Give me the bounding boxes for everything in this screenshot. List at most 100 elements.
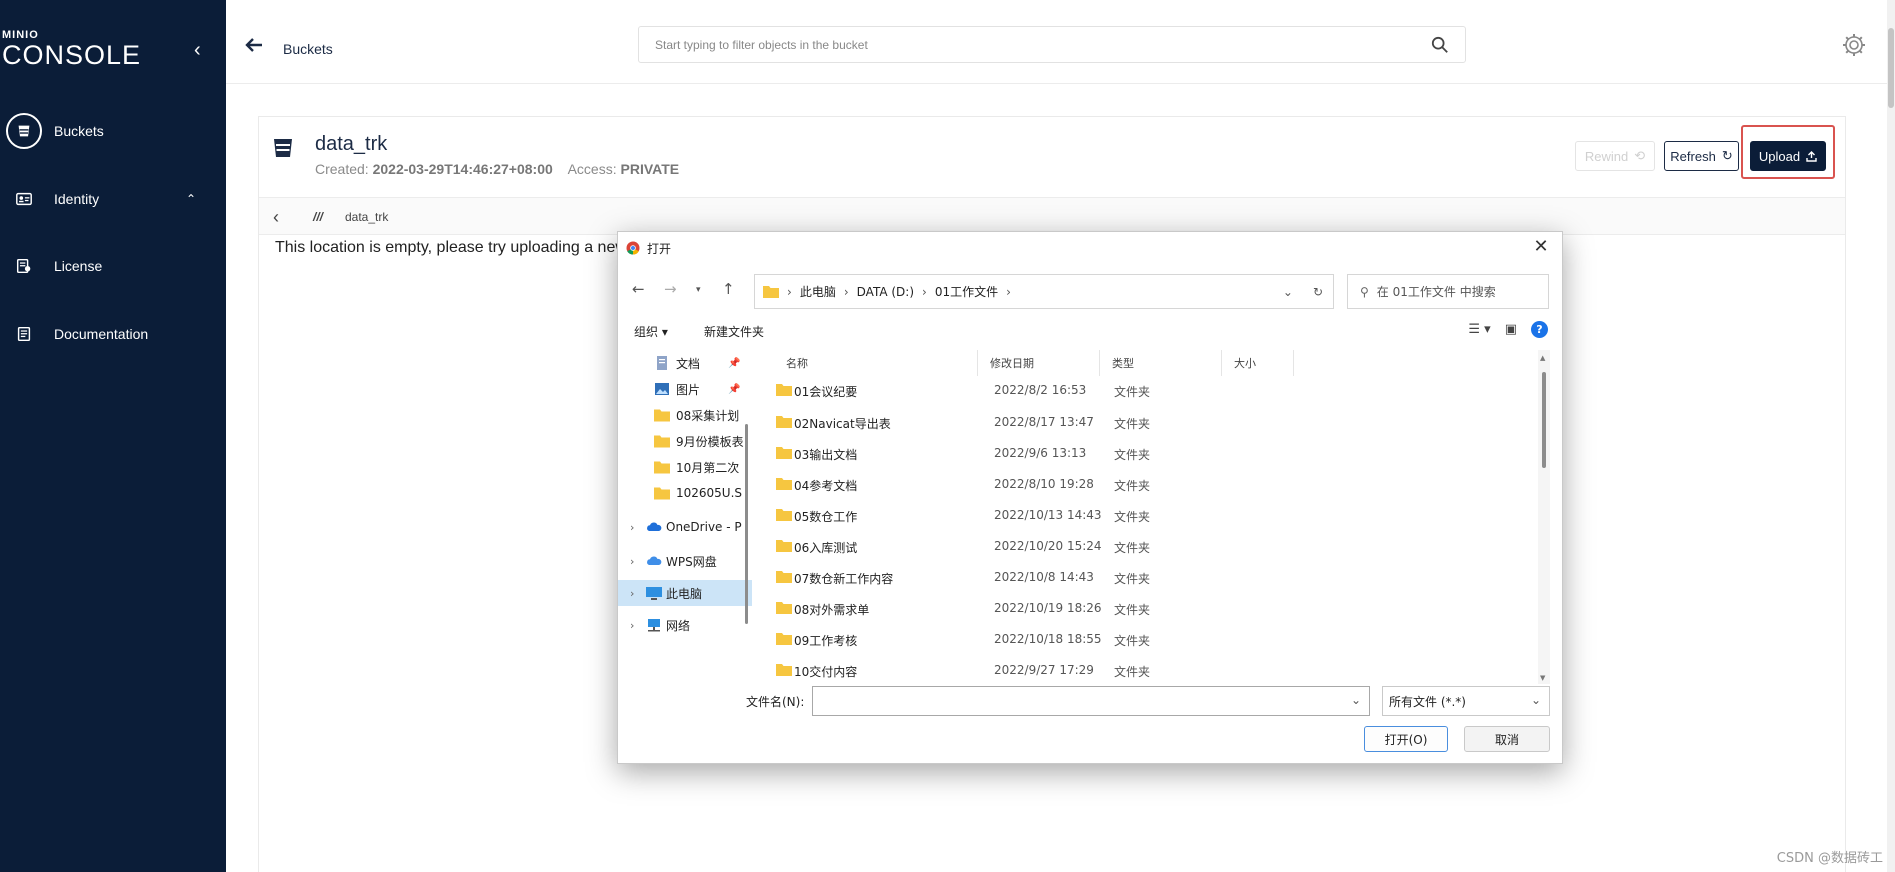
sidebar-item-label: Documentation	[54, 326, 149, 342]
sidebar-item-identity[interactable]: Identity ⌃	[6, 179, 220, 219]
scroll-up-icon[interactable]: ▲	[1540, 354, 1545, 362]
sidebar-item-license[interactable]: License	[6, 246, 220, 286]
tree-scrollbar[interactable]	[744, 350, 750, 684]
file-date: 2022/10/20 15:24	[994, 539, 1102, 553]
command-bar: 组织 ▾ 新建文件夹 ☰ ▾ ▣ ?	[618, 316, 1562, 346]
preview-pane-icon[interactable]: ▣	[1505, 322, 1517, 337]
access-label: Access:	[567, 161, 617, 177]
file-list-scrollbar[interactable]: ▲ ▼	[1538, 350, 1550, 684]
file-row[interactable]: 06入库测试 2022/10/20 15:24 文件夹	[758, 530, 1538, 562]
file-row[interactable]: 01会议纪要 2022/8/2 16:53 文件夹	[758, 374, 1538, 406]
search-input[interactable]	[639, 27, 1399, 62]
column-name[interactable]: ^ 名称	[758, 350, 978, 376]
breadcrumb[interactable]: Buckets	[283, 41, 333, 57]
tree-item-pictures[interactable]: 图片 📌	[618, 376, 752, 402]
file-row[interactable]: 09工作考核 2022/10/18 18:55 文件夹	[758, 623, 1538, 655]
folder-icon	[654, 409, 670, 422]
recent-locations-icon[interactable]: ▾	[696, 285, 701, 295]
folder-icon	[776, 540, 792, 552]
current-path[interactable]: data_trk	[345, 210, 388, 224]
column-size[interactable]: 大小	[1224, 350, 1294, 376]
column-type[interactable]: 类型	[1102, 350, 1222, 376]
root-path-icon[interactable]: ///	[313, 210, 323, 224]
expand-arrow-icon[interactable]: ›	[630, 521, 634, 534]
watermark: CSDN @数据砖工	[1776, 851, 1883, 866]
chevron-up-icon[interactable]: ⌃	[186, 192, 196, 206]
tree-label: 图片	[676, 382, 701, 397]
page-scrollbar[interactable]	[1887, 0, 1895, 872]
scroll-thumb[interactable]	[1542, 372, 1546, 468]
search-icon: ⚲	[1360, 284, 1369, 299]
tree-item-folder[interactable]: 08采集计划	[618, 402, 752, 428]
folder-icon	[776, 602, 792, 614]
refresh-button[interactable]: Refresh ↻	[1664, 141, 1739, 171]
cancel-button[interactable]: 取消	[1464, 726, 1550, 752]
help-icon[interactable]: ?	[1531, 321, 1548, 338]
expand-arrow-icon[interactable]: ›	[630, 587, 634, 600]
path-segment[interactable]: 此电脑	[800, 283, 836, 300]
filename-input[interactable]	[813, 687, 1333, 713]
folder-icon	[776, 509, 792, 521]
upload-button[interactable]: Upload	[1750, 141, 1826, 171]
sidebar-item-buckets[interactable]: Buckets	[6, 111, 220, 151]
close-icon[interactable]: ✕	[1530, 236, 1552, 258]
collapse-sidebar-icon[interactable]: ‹	[194, 40, 210, 60]
chrome-icon	[626, 241, 640, 255]
file-date: 2022/10/19 18:26	[994, 601, 1102, 615]
file-row[interactable]: 02Navicat导出表 2022/8/17 13:47 文件夹	[758, 406, 1538, 438]
tree-item-this-pc[interactable]: › 此电脑	[618, 580, 752, 606]
file-list: ^ 名称 修改日期 类型 大小 01会议纪要 2022/8/2 16:53 文件…	[758, 350, 1550, 684]
file-type: 文件夹	[1114, 603, 1151, 617]
nav-back-icon[interactable]: ←	[632, 280, 645, 298]
file-type: 文件夹	[1114, 417, 1151, 431]
tree-item-wps-cloud[interactable]: › WPS网盘	[618, 548, 752, 574]
sidebar-item-label: Buckets	[54, 123, 104, 139]
bucket-meta: Created: 2022-03-29T14:46:27+08:00 Acces…	[315, 161, 679, 177]
file-row[interactable]: 05数仓工作 2022/10/13 14:43 文件夹	[758, 499, 1538, 531]
tree-item-folder[interactable]: 102605U.S	[618, 480, 752, 506]
folder-icon	[776, 416, 792, 428]
nav-up-icon[interactable]: ↑	[722, 280, 735, 298]
minio-logo[interactable]: MINIO CONSOLE	[2, 30, 141, 70]
view-menu-icon[interactable]: ☰ ▾	[1468, 322, 1490, 337]
file-row[interactable]: 10交付内容 2022/9/27 17:29 文件夹	[758, 654, 1538, 684]
open-button[interactable]: 打开(O)	[1364, 726, 1448, 752]
gear-icon[interactable]	[1841, 32, 1867, 58]
path-segment[interactable]: 01工作文件	[935, 283, 998, 300]
new-folder-button[interactable]: 新建文件夹	[704, 323, 764, 340]
address-dropdown-icon[interactable]: ⌄	[1283, 285, 1293, 299]
file-row[interactable]: 07数仓新工作内容 2022/10/8 14:43 文件夹	[758, 561, 1538, 593]
file-name: 01会议纪要	[794, 385, 858, 399]
address-bar[interactable]: › 此电脑 › DATA (D:) › 01工作文件 › ⌄ ↻	[754, 274, 1334, 309]
file-row[interactable]: 08对外需求单 2022/10/19 18:26 文件夹	[758, 592, 1538, 624]
path-segment[interactable]: DATA (D:)	[857, 285, 914, 299]
search-icon[interactable]	[1431, 36, 1449, 54]
rewind-button[interactable]: Rewind ⟲	[1575, 141, 1655, 171]
tree-item-folder[interactable]: 10月第二次	[618, 454, 752, 480]
sort-caret-icon: ^	[879, 350, 887, 353]
chevron-left-icon[interactable]: ‹	[273, 207, 279, 228]
file-date: 2022/8/2 16:53	[994, 383, 1087, 397]
nav-forward-icon[interactable]: →	[664, 280, 677, 298]
sidebar-item-documentation[interactable]: Documentation	[6, 314, 220, 354]
file-row[interactable]: 03输出文档 2022/9/6 13:13 文件夹	[758, 437, 1538, 469]
file-row[interactable]: 04参考文档 2022/8/10 19:28 文件夹	[758, 468, 1538, 500]
file-type: 文件夹	[1114, 572, 1151, 586]
back-arrow-icon[interactable]	[244, 36, 264, 54]
expand-arrow-icon[interactable]: ›	[630, 555, 634, 568]
filetype-select[interactable]: 所有文件 (*.*) ⌄	[1382, 686, 1550, 716]
tree-item-onedrive[interactable]: › OneDrive - P	[618, 514, 752, 540]
path-bar: ‹ /// data_trk	[259, 197, 1845, 235]
tree-item-network[interactable]: › 网络	[618, 612, 752, 638]
tree-item-folder[interactable]: 9月份模板表	[618, 428, 752, 454]
tree-item-documents[interactable]: 文档 📌	[618, 350, 752, 376]
refresh-icon[interactable]: ↻	[1313, 285, 1323, 299]
column-date[interactable]: 修改日期	[980, 350, 1100, 376]
organize-menu[interactable]: 组织 ▾	[634, 323, 668, 340]
scroll-down-icon[interactable]: ▼	[1540, 674, 1545, 682]
expand-arrow-icon[interactable]: ›	[630, 619, 634, 632]
chevron-down-icon[interactable]: ⌄	[1351, 693, 1361, 707]
file-type: 文件夹	[1114, 665, 1151, 679]
chevron-down-icon: ⌄	[1530, 693, 1541, 707]
dialog-search-input[interactable]	[1376, 284, 1547, 299]
